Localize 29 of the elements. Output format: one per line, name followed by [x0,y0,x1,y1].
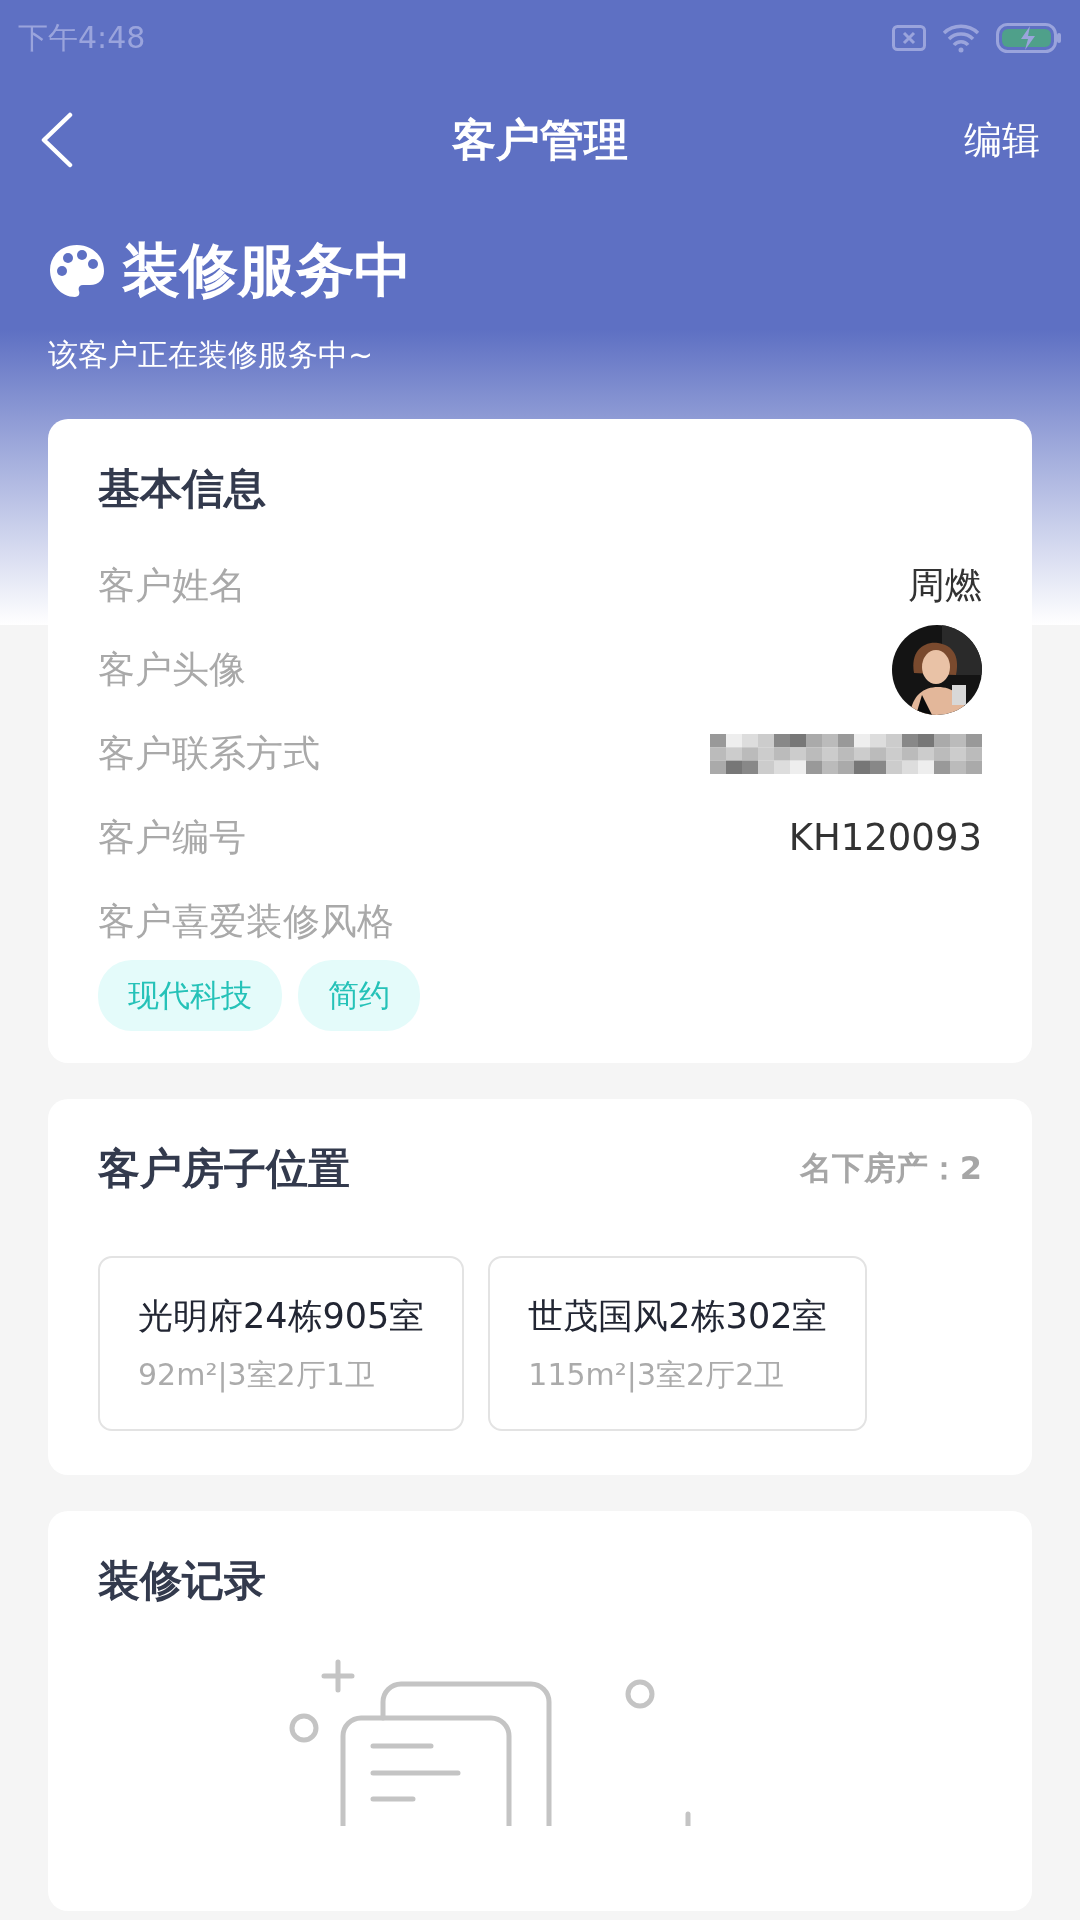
status-time: 下午4:48 [18,19,146,57]
field-label: 客户头像 [98,647,246,694]
house-name: 世茂国风2栋302室 [528,1294,828,1338]
style-tag: 现代科技 [98,960,282,1031]
palette-icon [48,242,106,299]
section-title: 客户房子位置 [98,1142,350,1195]
section-title: 基本信息 [98,463,267,515]
page-title: 客户管理 [452,114,628,165]
field-label: 客户姓名 [98,563,246,610]
back-button[interactable] [40,112,74,168]
field-value: KH120093 [788,815,982,862]
style-tag: 简约 [298,960,420,1031]
wifi-icon [942,22,980,53]
house-detail: 92m²|3室2厅1卫 [138,1356,376,1395]
field-label: 客户喜爱装修风格 [98,899,394,946]
status-heading: 装修服务中 [122,235,412,306]
section-title: 装修记录 [98,1555,267,1607]
field-label: 客户联系方式 [98,731,320,778]
property-count: 名下房产：2 [799,1148,982,1189]
field-label: 客户编号 [98,815,246,862]
house-card[interactable]: 世茂国风2栋302室 115m²|3室2厅2卫 [488,1255,868,1431]
edit-button[interactable]: 编辑 [964,111,1040,169]
status-subtitle: 该客户正在装修服务中~ [48,336,375,374]
house-detail: 115m²|3室2厅2卫 [528,1356,786,1395]
field-value: 周燃 [908,563,982,610]
sim-icon [892,24,926,51]
house-card[interactable]: 光明府24栋905室 92m²|3室2厅1卫 [98,1255,465,1431]
battery-icon [996,22,1062,53]
house-name: 光明府24栋905室 [138,1294,425,1338]
